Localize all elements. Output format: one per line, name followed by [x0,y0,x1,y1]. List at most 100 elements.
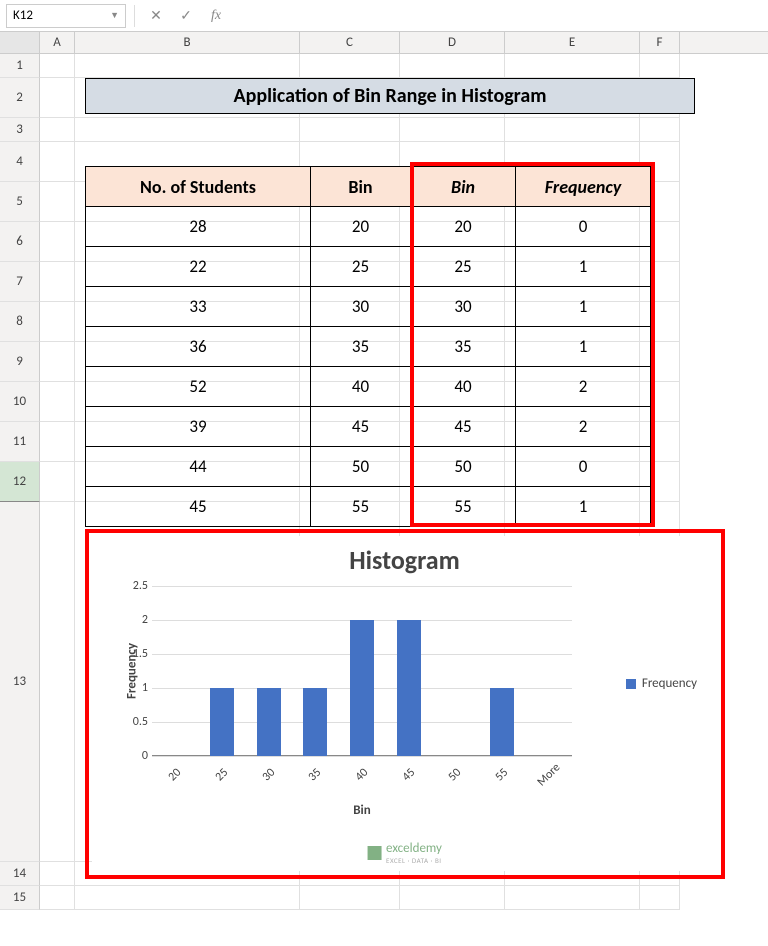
watermark: exceldemy EXCEL · DATA · BI [367,841,442,865]
th-bin2: Bin [411,167,516,207]
y-tick-label: 2 [122,613,148,627]
table-row: 4450500 [86,447,651,487]
col-header-B[interactable]: B [75,32,300,53]
row-header[interactable]: 5 [0,182,40,222]
y-tick-label: 2.5 [122,579,148,593]
cell[interactable]: 1 [516,487,651,527]
cancel-icon[interactable]: ✕ [143,4,169,28]
col-header-C[interactable]: C [300,32,400,53]
cell[interactable]: 28 [86,207,311,247]
col-header-E[interactable]: E [505,32,640,53]
table-row: 2225251 [86,247,651,287]
cell[interactable]: 0 [516,447,651,487]
cell[interactable]: 20 [311,207,411,247]
cell[interactable]: 2 [516,367,651,407]
cell[interactable]: 1 [516,287,651,327]
cell[interactable]: 39 [86,407,311,447]
th-students: No. of Students [86,167,311,207]
cell[interactable]: 36 [86,327,311,367]
cell[interactable]: 2 [516,407,651,447]
row-header[interactable]: 9 [0,342,40,382]
cell[interactable]: 50 [311,447,411,487]
row-header[interactable]: 7 [0,262,40,302]
cell[interactable]: 40 [311,367,411,407]
select-all-corner[interactable] [0,32,40,53]
row-header[interactable]: 6 [0,222,40,262]
chart-plot-area: Frequency Bin 00.511.522.520253035404550… [152,586,572,756]
name-box[interactable]: K12 ▼ [6,4,126,28]
cell[interactable]: 20 [411,207,516,247]
histogram-chart: Histogram Frequency Bin 00.511.522.52025… [92,536,717,871]
table-row: 4555551 [86,487,651,527]
row-header[interactable]: 3 [0,118,40,142]
row-header[interactable]: 1 [0,54,40,78]
cell[interactable]: 52 [86,367,311,407]
separator [134,5,135,27]
watermark-brand: exceldemy [386,841,442,856]
table-row: 5240402 [86,367,651,407]
chart-bar [257,688,281,756]
table-row: 2820200 [86,207,651,247]
row-header[interactable]: 4 [0,142,40,182]
confirm-icon[interactable]: ✓ [173,4,199,28]
row-header[interactable]: 8 [0,302,40,342]
row-header[interactable]: 14 [0,862,40,886]
cell[interactable]: 55 [311,487,411,527]
chart-bar [397,620,421,756]
cell[interactable]: 45 [411,407,516,447]
y-tick-label: 0 [122,749,148,763]
cell[interactable]: 45 [86,487,311,527]
cell[interactable]: 25 [411,247,516,287]
logo-icon [367,846,381,860]
cell[interactable]: 0 [516,207,651,247]
cell[interactable]: 1 [516,327,651,367]
col-header-F[interactable]: F [640,32,680,53]
cell[interactable]: 30 [411,287,516,327]
cell[interactable]: 55 [411,487,516,527]
cell[interactable]: 22 [86,247,311,287]
x-tick-label: 30 [250,756,288,794]
row-header[interactable]: 13 [0,502,40,862]
chevron-down-icon: ▼ [110,10,119,21]
fx-icon[interactable]: fx [203,4,229,28]
th-bin: Bin [311,167,411,207]
formula-input[interactable] [233,4,762,28]
table-row: 3635351 [86,327,651,367]
cell[interactable]: 50 [411,447,516,487]
legend-label: Frequency [642,676,697,691]
x-tick-label: 35 [296,756,334,794]
x-tick-label: 55 [483,756,521,794]
cell[interactable]: 35 [311,327,411,367]
x-tick-label: 50 [436,756,474,794]
row-header[interactable]: 10 [0,382,40,422]
x-tick-label: 40 [343,756,381,794]
cell[interactable]: 30 [311,287,411,327]
y-tick-label: 0.5 [122,715,148,729]
x-tick-label: 20 [156,756,194,794]
chart-bar [210,688,234,756]
row-header[interactable]: 15 [0,886,40,910]
cell[interactable]: 40 [411,367,516,407]
cell[interactable]: 45 [311,407,411,447]
cell[interactable]: 44 [86,447,311,487]
table-row: 3945452 [86,407,651,447]
x-tick-label: 45 [390,756,428,794]
col-header-D[interactable]: D [400,32,505,53]
row-header[interactable]: 11 [0,422,40,462]
legend-swatch-icon [626,679,636,689]
chart-title: Histogram [92,544,717,576]
formula-bar: K12 ▼ ✕ ✓ fx [0,0,768,32]
cell[interactable]: 33 [86,287,311,327]
row-header[interactable]: 12 [0,462,40,502]
x-tick-label: 25 [203,756,241,794]
chart-legend: Frequency [626,676,697,691]
table-header-row: No. of Students Bin Bin Frequency [86,167,651,207]
row-header[interactable]: 2 [0,78,40,118]
col-header-A[interactable]: A [40,32,75,53]
cell[interactable]: 35 [411,327,516,367]
spreadsheet-grid[interactable]: 1 2 3 4 5 6 7 8 9 10 11 12 13 14 15 Appl… [0,54,768,910]
chart-bar [490,688,514,756]
cell[interactable]: 25 [311,247,411,287]
name-box-value: K12 [13,8,33,23]
cell[interactable]: 1 [516,247,651,287]
